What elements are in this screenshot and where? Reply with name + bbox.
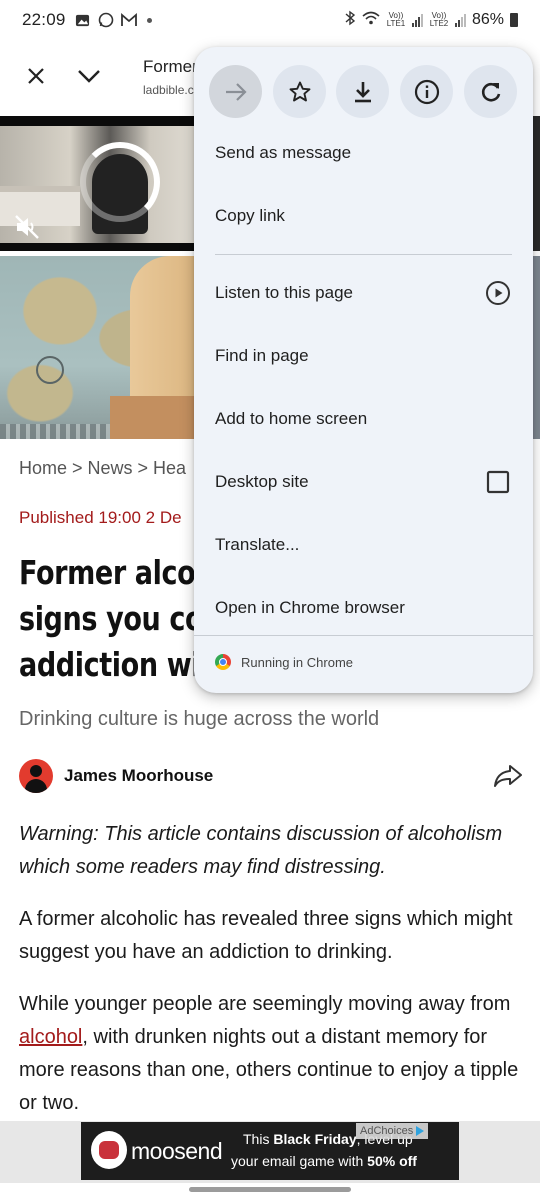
signal-2-icon: [454, 13, 466, 27]
whatsapp-icon: [97, 11, 115, 29]
page-info-button[interactable]: [400, 65, 453, 118]
menu-footer: Running in Chrome: [215, 651, 353, 673]
bluetooth-icon: [344, 10, 356, 31]
breadcrumb[interactable]: Home > News > Hea: [19, 458, 186, 479]
forward-button[interactable]: [209, 65, 262, 118]
menu-item-translate[interactable]: Translate...: [194, 515, 533, 575]
photo-edge: [532, 256, 540, 439]
ad-text-bold: Black Friday: [273, 1131, 357, 1147]
page-url[interactable]: ladbible.c: [143, 83, 194, 97]
close-icon: [28, 68, 44, 84]
article-paragraph: A former alcoholic has revealed three si…: [19, 908, 513, 963]
gmail-icon: [120, 11, 138, 29]
menu-item-label: Find in page: [215, 346, 309, 365]
more-notifications-dot-icon: [146, 17, 152, 23]
menu-item-add-to-home-screen[interactable]: Add to home screen: [194, 389, 533, 449]
menu-item-label: Copy link: [215, 206, 285, 225]
menu-divider: [215, 254, 512, 255]
share-button[interactable]: [492, 761, 524, 791]
battery-icon: [510, 13, 518, 27]
ad-line-2: your email game with 50% off: [231, 1153, 417, 1169]
ad-text: This: [243, 1131, 274, 1147]
menu-item-copy-link[interactable]: Copy link: [194, 186, 533, 246]
desktop-site-checkbox[interactable]: [485, 469, 511, 495]
menu-item-label: Desktop site: [215, 472, 309, 491]
gesture-home-indicator[interactable]: [189, 1187, 351, 1192]
menu-item-send-as-message[interactable]: Send as message: [194, 123, 533, 183]
menu-item-listen-to-page[interactable]: Listen to this page: [194, 263, 533, 323]
paragraph-text: , with drunken nights out a distant memo…: [19, 1026, 519, 1114]
author-name[interactable]: James Moorhouse: [64, 766, 213, 786]
menu-item-open-in-chrome[interactable]: Open in Chrome browser: [194, 578, 533, 638]
status-time: 22:09: [22, 10, 66, 29]
play-circle-icon: [486, 281, 510, 305]
adchoices-button[interactable]: AdChoices: [356, 1123, 429, 1139]
close-tab-button[interactable]: [14, 54, 58, 98]
adchoices-label: AdChoices: [360, 1125, 414, 1137]
published-date: Published 19:00 2 De: [19, 508, 182, 527]
alcohol-link[interactable]: alcohol: [19, 1026, 82, 1048]
forward-icon: [225, 82, 247, 101]
article-paragraph: While younger people are seemingly movin…: [19, 988, 524, 1120]
sim2-label: Vo)) LTE2: [429, 11, 449, 28]
video-mute-button[interactable]: [12, 212, 42, 242]
refresh-button[interactable]: [464, 65, 517, 118]
page-title[interactable]: Former: [143, 57, 198, 77]
signal-1-icon: [411, 13, 423, 27]
overflow-menu: Send as message Copy link Listen to this…: [194, 47, 533, 693]
logo-face-shape: [99, 1141, 119, 1159]
ad-text-bold: 50% off: [367, 1153, 417, 1169]
muted-speaker-icon: [15, 215, 39, 239]
status-right-icons: Vo)) LTE1 Vo)) LTE2 86%: [344, 0, 518, 40]
ad-brand: moosend: [131, 1138, 223, 1164]
download-button[interactable]: [336, 65, 389, 118]
chevron-down-icon: [78, 70, 100, 83]
adchoices-icon: [416, 1126, 425, 1136]
battery-percent: 86%: [471, 11, 504, 28]
menu-item-label: Add to home screen: [215, 409, 368, 428]
compass-rose-icon: [36, 356, 64, 384]
gallery-icon: [74, 11, 92, 29]
author-row: James Moorhouse: [19, 758, 524, 794]
menu-item-desktop-site[interactable]: Desktop site: [194, 452, 533, 512]
avatar-head-shape: [30, 765, 42, 777]
bookmark-star-icon: [289, 81, 310, 101]
menu-item-label: Listen to this page: [215, 283, 353, 302]
menu-item-label: Open in Chrome browser: [215, 598, 405, 617]
bookmark-button[interactable]: [273, 65, 326, 118]
paragraph-text: While younger people are seemingly movin…: [19, 993, 511, 1015]
chrome-logo-icon: [215, 654, 231, 670]
notification-icons: [74, 11, 152, 29]
article-standfirst: Drinking culture is huge across the worl…: [19, 708, 380, 730]
wifi-icon: [362, 10, 380, 31]
menu-item-label: Send as message: [215, 143, 352, 162]
author-avatar[interactable]: [19, 759, 53, 793]
sim1-label: Vo)) LTE1: [386, 11, 406, 28]
ad-text: your email game with: [231, 1153, 368, 1169]
avatar-body-shape: [25, 779, 47, 793]
info-icon: [414, 79, 439, 104]
menu-divider: [194, 635, 533, 636]
menu-item-find-in-page[interactable]: Find in page: [194, 326, 533, 386]
video-loading-spinner: [80, 142, 160, 222]
share-arrow-icon: [494, 765, 522, 787]
menu-item-label: Translate...: [215, 535, 300, 554]
running-in-chrome-label: Running in Chrome: [241, 654, 354, 670]
minimize-tab-button[interactable]: [67, 54, 111, 98]
refresh-icon: [481, 82, 500, 101]
article-warning-paragraph: Warning: This article contains discussio…: [19, 823, 503, 878]
status-bar: 22:09 Vo)) LTE1 Vo)) LTE2 86%: [0, 0, 540, 40]
download-icon: [354, 81, 371, 102]
moosend-logo-icon: [91, 1131, 127, 1169]
